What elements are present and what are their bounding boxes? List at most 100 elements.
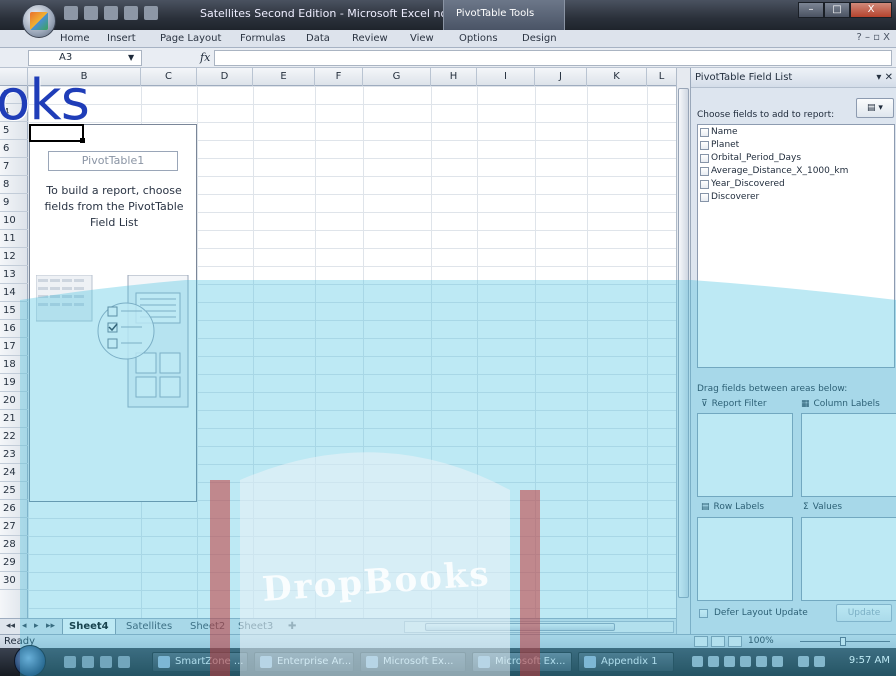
- row-header[interactable]: 28: [0, 536, 28, 554]
- field-checkbox[interactable]: [700, 192, 709, 202]
- insert-sheet-icon[interactable]: ✚: [282, 619, 302, 635]
- field-checkbox[interactable]: [700, 179, 709, 189]
- quick-launch-icon[interactable]: [82, 656, 94, 668]
- sheet-tab-sheet4[interactable]: Sheet4: [62, 619, 116, 635]
- row-header[interactable]: 11: [0, 230, 28, 248]
- taskbar-button-excel-1[interactable]: Microsoft Ex...: [360, 652, 466, 672]
- tab-formulas[interactable]: Formulas: [240, 33, 286, 44]
- row-header[interactable]: 10: [0, 212, 28, 230]
- field-item[interactable]: Year_Discovered: [698, 178, 894, 190]
- sheet-tab-sheet2[interactable]: Sheet2: [184, 619, 231, 635]
- tab-page-layout[interactable]: Page Layout: [160, 33, 221, 44]
- row-header[interactable]: 12: [0, 248, 28, 266]
- prev-sheet-icon[interactable]: ◂: [22, 621, 27, 631]
- column-header[interactable]: J: [535, 68, 587, 86]
- row-header[interactable]: 24: [0, 464, 28, 482]
- row-header[interactable]: 14: [0, 284, 28, 302]
- row-labels-zone[interactable]: [697, 517, 793, 601]
- taskbar-button-smartzone[interactable]: SmartZone ...: [152, 652, 248, 672]
- tab-insert[interactable]: Insert: [107, 33, 136, 44]
- zoom-level[interactable]: 100%: [748, 636, 774, 646]
- tab-review[interactable]: Review: [352, 33, 388, 44]
- row-header[interactable]: 6: [0, 140, 28, 158]
- column-header[interactable]: C: [141, 68, 197, 86]
- zoom-slider[interactable]: [800, 637, 890, 646]
- report-filter-zone[interactable]: [697, 413, 793, 497]
- start-button[interactable]: [14, 645, 46, 676]
- worksheet-grid[interactable]: B C D E F G H I J K L 3 4 5 6 7 8 9 10 11 12 13 14 1…: [0, 68, 676, 618]
- column-header[interactable]: D: [197, 68, 253, 86]
- field-list-layout-button[interactable]: ▤ ▾: [856, 98, 894, 118]
- field-item[interactable]: Name: [698, 126, 894, 138]
- vertical-scrollbar[interactable]: [676, 68, 690, 634]
- sheet-tab-satellites[interactable]: Satellites: [120, 619, 178, 635]
- row-header[interactable]: 26: [0, 500, 28, 518]
- tray-icon[interactable]: [724, 656, 735, 667]
- format-icon[interactable]: [124, 6, 138, 20]
- tray-icon[interactable]: [692, 656, 703, 667]
- row-header[interactable]: 17: [0, 338, 28, 356]
- horizontal-scrollbar[interactable]: [404, 621, 674, 633]
- column-header[interactable]: H: [431, 68, 477, 86]
- field-checkbox[interactable]: [700, 166, 709, 176]
- row-header[interactable]: 7: [0, 158, 28, 176]
- tab-design[interactable]: Design: [522, 33, 557, 44]
- column-labels-zone[interactable]: [801, 413, 896, 497]
- field-item[interactable]: Discoverer: [698, 191, 894, 203]
- vertical-scroll-thumb[interactable]: [678, 88, 689, 598]
- field-item[interactable]: Average_Distance_X_1000_km: [698, 165, 894, 177]
- ribbon-help-controls[interactable]: ? – ▫ X: [857, 32, 890, 43]
- normal-view-icon[interactable]: [694, 636, 708, 647]
- undo-icon[interactable]: [84, 6, 98, 20]
- column-header[interactable]: G: [363, 68, 431, 86]
- internet-explorer-icon[interactable]: [100, 656, 112, 668]
- tab-view[interactable]: View: [410, 33, 434, 44]
- defer-layout-update[interactable]: Defer Layout Update: [699, 608, 808, 618]
- row-header[interactable]: 22: [0, 428, 28, 446]
- column-header[interactable]: L: [647, 68, 676, 86]
- row-header[interactable]: 8: [0, 176, 28, 194]
- row-header[interactable]: 13: [0, 266, 28, 284]
- tab-home[interactable]: Home: [60, 33, 90, 44]
- field-list-close-icon[interactable]: ▾ ✕: [876, 68, 893, 88]
- field-checkbox[interactable]: [700, 153, 709, 163]
- name-box[interactable]: A3: [28, 50, 142, 66]
- save-icon[interactable]: [64, 6, 78, 20]
- tab-data[interactable]: Data: [306, 33, 330, 44]
- tab-options[interactable]: Options: [459, 33, 498, 44]
- row-header[interactable]: 9: [0, 194, 28, 212]
- row-header[interactable]: 30: [0, 572, 28, 590]
- last-sheet-icon[interactable]: ▸▸: [46, 621, 55, 631]
- media-player-icon[interactable]: [118, 656, 130, 668]
- close-button[interactable]: X: [850, 2, 892, 18]
- volume-icon[interactable]: [814, 656, 825, 667]
- page-break-view-icon[interactable]: [728, 636, 742, 647]
- row-header[interactable]: 15: [0, 302, 28, 320]
- column-header[interactable]: F: [315, 68, 363, 86]
- office-button[interactable]: [22, 4, 56, 38]
- show-desktop-icon[interactable]: [64, 656, 76, 668]
- formula-input[interactable]: [214, 50, 892, 66]
- column-header[interactable]: E: [253, 68, 315, 86]
- pivottable-placeholder[interactable]: PivotTable1 To build a report, choose fi…: [29, 124, 197, 502]
- row-header[interactable]: 19: [0, 374, 28, 392]
- maximize-button[interactable]: □: [824, 2, 850, 18]
- print-preview-icon[interactable]: [144, 6, 158, 20]
- insert-function-icon[interactable]: fx: [200, 51, 210, 64]
- defer-checkbox[interactable]: [699, 608, 708, 618]
- row-header[interactable]: 25: [0, 482, 28, 500]
- field-checkbox[interactable]: [700, 127, 709, 137]
- tray-icon[interactable]: [772, 656, 783, 667]
- network-icon[interactable]: [798, 656, 809, 667]
- column-header[interactable]: K: [587, 68, 647, 86]
- row-header[interactable]: 23: [0, 446, 28, 464]
- tray-icon[interactable]: [740, 656, 751, 667]
- minimize-button[interactable]: –: [798, 2, 824, 18]
- tray-icon[interactable]: [756, 656, 767, 667]
- values-zone[interactable]: [801, 517, 896, 601]
- name-box-dropdown-icon[interactable]: ▼: [128, 53, 134, 62]
- taskbar-button-appendix[interactable]: Appendix 1: [578, 652, 674, 672]
- row-header[interactable]: 20: [0, 392, 28, 410]
- update-button[interactable]: Update: [836, 604, 892, 622]
- fill-handle[interactable]: [80, 138, 85, 143]
